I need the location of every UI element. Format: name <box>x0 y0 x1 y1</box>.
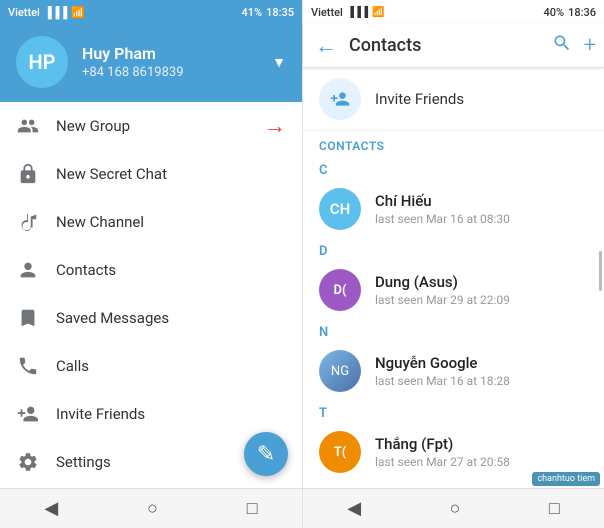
profile-phone: +84 168 8619839 <box>82 65 258 80</box>
contact-name-chi-hieu: Chí Hiếu <box>375 192 588 210</box>
contact-row-chi-hieu[interactable]: CH Chí Hiếu last seen Mar 16 at 08:30 <box>303 180 604 238</box>
compose-icon: ✎ <box>257 442 275 467</box>
avatar: HP <box>16 36 68 88</box>
invite-friends-row[interactable]: Invite Friends <box>303 68 604 131</box>
group-icon <box>16 114 40 138</box>
megaphone-icon <box>16 210 40 234</box>
left-status-bar: Viettel ▐▐▐ 📶 41% 18:35 <box>0 0 302 24</box>
menu-item-new-group[interactable]: New Group → <box>0 102 302 150</box>
menu-item-telegram-faq[interactable]: Telegram FAQ <box>0 486 302 488</box>
contact-name-thang-fpt: Thắng (Fpt) <box>375 435 588 453</box>
left-panel: Viettel ▐▐▐ 📶 41% 18:35 HP Huy Pham +84 … <box>0 0 302 528</box>
compose-fab[interactable]: ✎ <box>244 432 288 476</box>
scrollbar <box>599 251 602 291</box>
bottom-nav-right: ◀ ○ □ <box>303 488 604 528</box>
menu-label-invite-friends: Invite Friends <box>56 405 286 423</box>
toolbar-icons: + <box>552 33 596 58</box>
right-status-left: Viettel ▐▐▐ 📶 <box>311 6 385 19</box>
profile-dropdown-icon[interactable]: ▼ <box>272 54 286 71</box>
group-letter-n: N <box>303 319 604 342</box>
left-status-left: Viettel ▐▐▐ 📶 <box>8 6 85 19</box>
right-panel: Viettel ▐▐▐ 📶 40% 18:36 ← Contacts + Inv… <box>302 0 604 528</box>
menu-item-invite-friends[interactable]: Invite Friends <box>0 390 302 438</box>
search-icon[interactable] <box>552 33 572 58</box>
add-contact-icon[interactable]: + <box>584 33 596 58</box>
right-home-nav-button[interactable]: ○ <box>450 498 461 519</box>
left-battery: 41% <box>241 6 262 19</box>
group-letter-c: C <box>303 157 604 180</box>
menu-list: New Group → New Secret Chat New Channel … <box>0 102 302 488</box>
settings-icon <box>16 450 40 474</box>
red-arrow-icon: → <box>264 113 286 139</box>
bottom-nav-left: ◀ ○ □ <box>0 488 302 528</box>
menu-item-contacts[interactable]: Contacts <box>0 246 302 294</box>
left-carrier: Viettel <box>8 6 40 19</box>
menu-label-new-channel: New Channel <box>56 213 286 231</box>
contact-info-chi-hieu: Chí Hiếu last seen Mar 16 at 08:30 <box>375 192 588 226</box>
contacts-toolbar: ← Contacts + <box>303 24 604 68</box>
profile-header[interactable]: HP Huy Pham +84 168 8619839 ▼ <box>0 24 302 102</box>
contact-seen-dung-asus: last seen Mar 29 at 22:09 <box>375 293 588 307</box>
menu-label-new-secret-chat: New Secret Chat <box>56 165 286 183</box>
group-letter-d: D <box>303 238 604 261</box>
right-carrier: Viettel <box>311 6 343 19</box>
contact-avatar-nguyen-google: NG <box>319 350 361 392</box>
group-letter-t: T <box>303 400 604 423</box>
menu-label-calls: Calls <box>56 357 286 375</box>
profile-name: Huy Pham <box>82 44 258 63</box>
contact-row-nguyen-google[interactable]: NG Nguyễn Google last seen Mar 16 at 18:… <box>303 342 604 400</box>
invite-friends-icon <box>319 78 361 120</box>
right-status-bar: Viettel ▐▐▐ 📶 40% 18:36 <box>303 0 604 24</box>
left-time: 18:35 <box>266 6 294 19</box>
right-recents-nav-button[interactable]: □ <box>549 498 560 519</box>
menu-label-saved-messages: Saved Messages <box>56 309 286 327</box>
profile-info: Huy Pham +84 168 8619839 <box>82 44 258 80</box>
toolbar-title: Contacts <box>349 35 544 56</box>
contact-info-dung-asus: Dung (Asus) last seen Mar 29 at 22:09 <box>375 273 588 307</box>
contacts-section-label: CONTACTS <box>303 131 604 157</box>
contact-avatar-dung-asus: D( <box>319 269 361 311</box>
right-back-nav-button[interactable]: ◀ <box>347 498 361 519</box>
menu-label-contacts: Contacts <box>56 261 286 279</box>
contact-seen-chi-hieu: last seen Mar 16 at 08:30 <box>375 212 588 226</box>
back-nav-button[interactable]: ◀ <box>44 498 58 519</box>
right-status-right: 40% 18:36 <box>543 6 596 19</box>
invite-friends-label: Invite Friends <box>375 90 464 108</box>
menu-item-new-secret-chat[interactable]: New Secret Chat <box>0 150 302 198</box>
right-wifi-icon: 📶 <box>372 7 384 18</box>
watermark: chanhtuo tiem <box>532 472 600 486</box>
contacts-icon <box>16 258 40 282</box>
left-status-right: 41% 18:35 <box>241 6 294 19</box>
contact-name-nguyen-google: Nguyễn Google <box>375 354 588 372</box>
left-wifi-icon: 📶 <box>71 6 85 19</box>
contact-avatar-chi-hieu: CH <box>319 188 361 230</box>
recents-nav-button[interactable]: □ <box>247 498 258 519</box>
contact-seen-thang-fpt: last seen Mar 27 at 20:58 <box>375 455 588 469</box>
invite-icon <box>16 402 40 426</box>
contact-info-thang-fpt: Thắng (Fpt) last seen Mar 27 at 20:58 <box>375 435 588 469</box>
bookmark-icon <box>16 306 40 330</box>
back-button[interactable]: ← <box>311 29 341 63</box>
menu-label-new-group: New Group <box>56 117 286 135</box>
home-nav-button[interactable]: ○ <box>147 498 158 519</box>
right-battery: 40% <box>543 6 564 19</box>
phone-icon <box>16 354 40 378</box>
contact-seen-nguyen-google: last seen Mar 16 at 18:28 <box>375 374 588 388</box>
contact-name-dung-asus: Dung (Asus) <box>375 273 588 291</box>
menu-item-saved-messages[interactable]: Saved Messages <box>0 294 302 342</box>
contact-row-dung-asus[interactable]: D( Dung (Asus) last seen Mar 29 at 22:09 <box>303 261 604 319</box>
right-time: 18:36 <box>568 6 596 19</box>
contact-info-nguyen-google: Nguyễn Google last seen Mar 16 at 18:28 <box>375 354 588 388</box>
left-signal-icon: ▐▐▐ <box>44 6 67 19</box>
contact-avatar-thang-fpt: T( <box>319 431 361 473</box>
menu-item-new-channel[interactable]: New Channel <box>0 198 302 246</box>
menu-item-calls[interactable]: Calls <box>0 342 302 390</box>
lock-icon <box>16 162 40 186</box>
contacts-list: CONTACTS C CH Chí Hiếu last seen Mar 16 … <box>303 131 604 488</box>
right-signal-icon: ▐▐▐ <box>347 7 368 18</box>
